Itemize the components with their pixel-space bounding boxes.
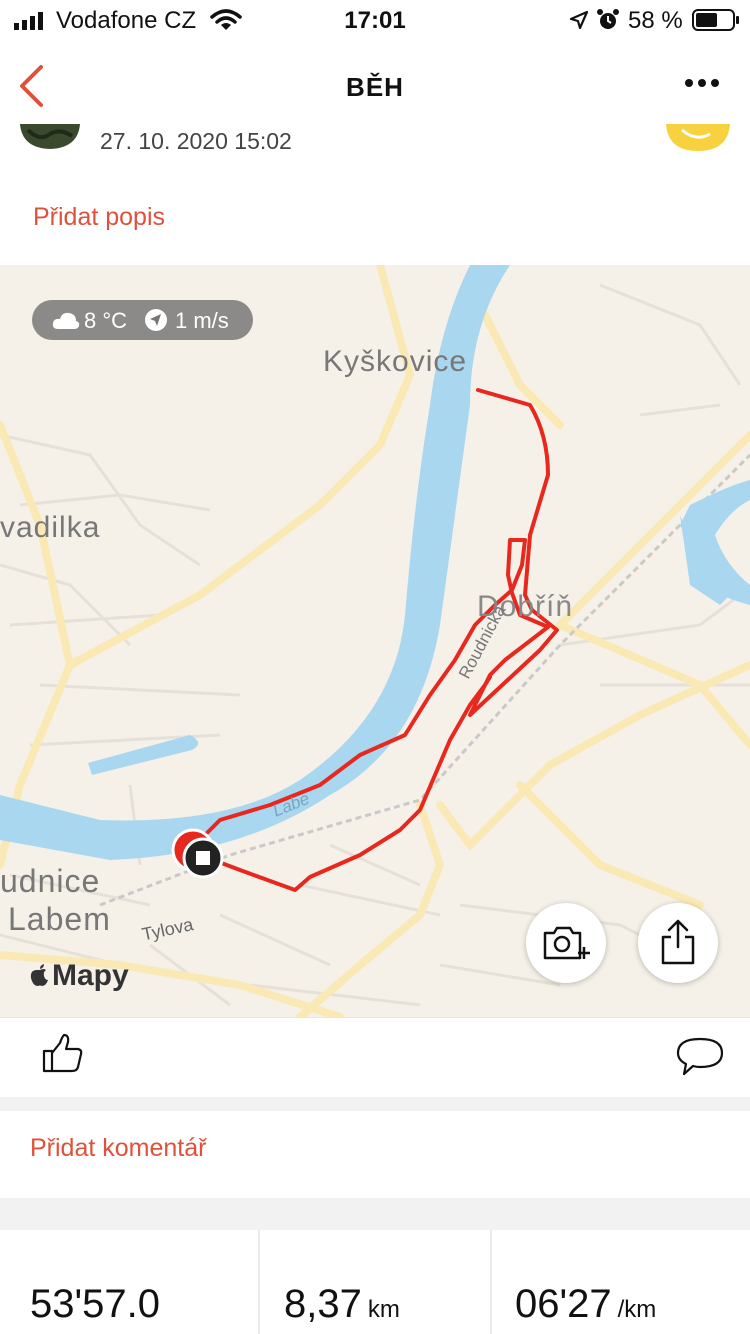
maps-attribution: Mapy xyxy=(52,959,129,992)
wind-direction-icon xyxy=(145,309,167,331)
comment-bubble-icon[interactable] xyxy=(676,1036,724,1078)
weather-badge: 8 °C 1 m/s xyxy=(32,300,253,340)
page-title: BĚH xyxy=(346,72,404,102)
place-label-kyskovice: Kyškovice xyxy=(323,345,468,378)
apple-logo-icon xyxy=(30,964,48,986)
camera-plus-icon xyxy=(543,926,590,960)
place-label-labem: Labem xyxy=(8,901,111,937)
status-bar: Vodafone CZ 17:01 58 % xyxy=(0,0,750,42)
activity-type-badge-icon xyxy=(666,124,730,151)
activity-actions xyxy=(0,1017,750,1097)
activity-stats: 53'57.0 8,37 km 06'27/km xyxy=(0,1230,750,1334)
add-comment-button[interactable]: Přidat komentář xyxy=(30,1134,206,1163)
add-description-button[interactable]: Přidat popis xyxy=(33,203,165,232)
battery-percent: 58 % xyxy=(628,7,683,34)
place-label-vadilka: vadilka xyxy=(0,511,101,544)
temperature-value: 8 °C xyxy=(84,308,128,333)
activity-date: 27. 10. 2020 15:02 xyxy=(100,128,292,154)
share-icon xyxy=(661,919,695,965)
stat-pace: 06'27/km xyxy=(515,1282,656,1327)
stat-divider xyxy=(490,1230,492,1334)
stat-duration: 53'57.0 xyxy=(30,1282,160,1327)
alarm-icon xyxy=(597,9,619,29)
stat-divider xyxy=(258,1230,260,1334)
stat-distance: 8,37 km xyxy=(284,1282,400,1327)
location-arrow-icon xyxy=(570,11,588,29)
wind-speed-value: 1 m/s xyxy=(175,308,229,333)
cloud-icon xyxy=(52,312,80,329)
stat-duration-value: 53'57.0 xyxy=(30,1282,160,1326)
stat-distance-unit: km xyxy=(367,1296,400,1323)
stat-distance-value: 8,37 xyxy=(284,1282,362,1326)
avatar[interactable] xyxy=(20,124,80,150)
place-label-roudnice: udnice xyxy=(0,863,101,899)
battery-icon xyxy=(692,9,739,31)
add-photo-button[interactable] xyxy=(526,903,606,983)
section-separator xyxy=(0,1198,750,1230)
stat-pace-value: 06'27 xyxy=(515,1282,612,1326)
like-thumbs-up-icon[interactable] xyxy=(42,1033,84,1073)
route-map[interactable]: Kyškovice vadilka Dobříň Roudnická Labe … xyxy=(0,265,750,1017)
section-separator xyxy=(0,1097,750,1111)
navigation-bar: BĚH xyxy=(0,42,750,124)
more-options-icon[interactable] xyxy=(684,78,720,88)
share-button[interactable] xyxy=(638,903,718,983)
stat-pace-unit: /km xyxy=(617,1296,657,1323)
